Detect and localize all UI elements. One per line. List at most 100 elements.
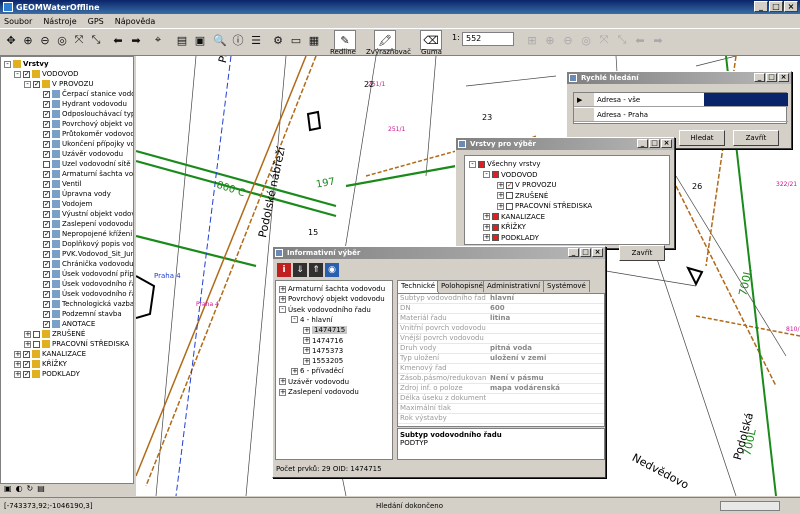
list-icon[interactable]: ☰	[248, 32, 264, 48]
layer-checkbox[interactable]: ✓	[23, 70, 30, 78]
expand-icon[interactable]: +	[497, 202, 504, 210]
selection-layer-checkbox[interactable]	[492, 223, 499, 231]
scale-input[interactable]: 552	[462, 32, 514, 46]
layer-item[interactable]: ✓ Ventil	[34, 179, 82, 189]
info-icon[interactable]: i	[277, 263, 291, 277]
layer-checkbox[interactable]: ✓	[43, 260, 50, 268]
ls-minimize-button[interactable]: _	[637, 139, 648, 148]
minimize-button[interactable]: _	[754, 1, 768, 12]
dim-tool-3-icon[interactable]: ⊖	[560, 32, 576, 48]
expand-icon[interactable]: +	[483, 234, 490, 241]
property-row[interactable]: DN 600	[398, 304, 604, 314]
dim-tool-4-icon[interactable]: ◎	[578, 32, 594, 48]
layer-checkbox[interactable]: ✓	[43, 310, 50, 318]
layer-icon[interactable]: ▭	[288, 32, 304, 48]
selection-layer-item[interactable]: + PODKLADY	[483, 233, 539, 243]
tab-icon-1[interactable]: ▣	[4, 484, 12, 496]
selection-layer-item[interactable]: - VODOVOD	[483, 170, 538, 180]
layer-item[interactable]: ✓ Úsek vodovodní přípoj	[34, 269, 133, 279]
layer-item[interactable]: ✓ Podzemní stavba	[34, 309, 122, 319]
dim-forward-icon[interactable]: ➡	[650, 32, 666, 48]
layer-item[interactable]: ✓ Úsek vodovodního řad	[34, 289, 133, 299]
property-row[interactable]: Druh vody pitná voda	[398, 344, 604, 354]
dim-tool-2-icon[interactable]: ⊕	[542, 32, 558, 48]
layer-item[interactable]: ✓ Čerpací stanice vodov	[34, 89, 133, 99]
layer-checkbox[interactable]	[33, 330, 40, 338]
expand-icon[interactable]: +	[303, 337, 310, 344]
selection-layer-checkbox[interactable]	[478, 160, 485, 168]
menu-napoveda[interactable]: Nápověda	[115, 17, 156, 26]
selection-layer-item[interactable]: + ZRUŠENÉ	[497, 191, 548, 201]
expand-icon[interactable]: +	[14, 370, 21, 378]
selection-layer-checkbox[interactable]	[506, 202, 513, 210]
expand-icon[interactable]: +	[483, 223, 490, 231]
layer-item[interactable]: ✓ Technologická vazba v	[34, 299, 133, 309]
menu-nastroje[interactable]: Nástroje	[43, 17, 76, 26]
tab-icon-2[interactable]: ◐	[16, 484, 23, 496]
expand-icon[interactable]: +	[303, 326, 310, 334]
selection-layer-checkbox[interactable]	[492, 213, 499, 220]
property-row[interactable]: Kmenový řad	[398, 364, 604, 374]
layer-item[interactable]: ✓ Zaslepení vodovodu	[34, 219, 133, 229]
collapse-icon[interactable]: -	[483, 171, 490, 178]
layer-checkbox[interactable]: ✓	[43, 230, 50, 238]
info-tree-item[interactable]: + Zaslepení vodovodu	[279, 387, 359, 397]
dim-tool-6-icon[interactable]: ⤡	[614, 32, 630, 48]
search-button[interactable]: Hledat	[679, 130, 725, 146]
selection-layer-item[interactable]: + KŘÍŽKY	[483, 222, 526, 232]
layer-checkbox[interactable]: ✓	[23, 360, 30, 368]
property-row[interactable]: Zdroj inf. o poloze mapa vodárenská	[398, 384, 604, 394]
collapse-icon[interactable]: -	[24, 80, 31, 88]
back-arrow-icon[interactable]: ⬅	[110, 32, 126, 48]
export-icon[interactable]: ▦	[306, 32, 322, 48]
maximize-button[interactable]: □	[769, 1, 783, 12]
info-tree-item[interactable]: +1475373	[303, 346, 343, 356]
search-icon[interactable]: 🔍	[212, 32, 228, 48]
info-dialog-titlebar[interactable]: Informativní výběr _ □ ×	[273, 247, 605, 259]
collapse-icon[interactable]: -	[469, 160, 476, 168]
property-row[interactable]: Délka úseku z dokument	[398, 394, 604, 404]
property-row[interactable]: Subtyp vodovodního řad hlavní	[398, 294, 604, 304]
expand-all-icon[interactable]: ⇓	[293, 263, 307, 277]
zoom-window-icon[interactable]: ⤡	[88, 32, 104, 48]
property-row[interactable]: Vnější povrch vodovodu	[398, 334, 604, 344]
layer-item[interactable]: Uzel vodovodní sítě	[34, 159, 131, 169]
zoom-extent-icon[interactable]: ⤧	[71, 32, 87, 48]
search-option-1[interactable]: Adresa - vše	[594, 93, 704, 107]
zoom-out-icon[interactable]: ⊖	[37, 32, 53, 48]
pan-icon[interactable]: ✥	[3, 32, 19, 48]
layer-item[interactable]: ✓ Uzávěr vodovodu	[34, 149, 123, 159]
zoom-in-icon[interactable]: ⊕	[20, 32, 36, 48]
selection-layer-item[interactable]: + PRACOVNÍ STŘEDISKA	[497, 201, 592, 211]
layer-checkbox[interactable]: ✓	[43, 150, 50, 158]
layer-item[interactable]: ✓ Výustní objekt vodovo	[34, 209, 133, 219]
layer-item[interactable]: ✓ Úsek vodovodního řad	[34, 279, 133, 289]
search-value-1[interactable]	[704, 93, 788, 107]
layer-checkbox[interactable]: ✓	[43, 300, 50, 308]
layer-checkbox[interactable]: ✓	[43, 220, 50, 228]
layer-item[interactable]: ✓ ANOTACE	[34, 319, 95, 329]
layer-checkbox[interactable]: ✓	[43, 90, 50, 98]
close-button[interactable]: ×	[784, 1, 798, 12]
info-tree-item[interactable]: - Úsek vodovodního řadu	[279, 305, 371, 315]
tab-technicke[interactable]: Technické	[397, 280, 440, 293]
layer-checkbox[interactable]: ✓	[43, 190, 50, 198]
quick-search-close-button[interactable]: Zavřít	[733, 130, 779, 146]
selection-layer-item[interactable]: + KANALIZACE	[483, 212, 545, 222]
collapse-all-icon[interactable]: ⇑	[309, 263, 323, 277]
dim-tool-5-icon[interactable]: ⤧	[596, 32, 612, 48]
layer-checkbox[interactable]: ✓	[43, 140, 50, 148]
layer-checkbox[interactable]: ✓	[23, 350, 30, 358]
forward-arrow-icon[interactable]: ➡	[128, 32, 144, 48]
layer-item[interactable]: + ZRUŠENÉ	[24, 329, 85, 339]
layer-checkbox[interactable]: ✓	[33, 80, 40, 88]
collapse-icon[interactable]: -	[291, 316, 298, 324]
selection-layer-checkbox[interactable]	[492, 234, 499, 241]
expand-icon[interactable]: +	[279, 388, 286, 396]
layer-item[interactable]: ✓ Průtokoměr vodovodu	[34, 129, 133, 139]
tab-icon-3[interactable]: ↻	[27, 484, 34, 496]
quick-search-titlebar[interactable]: Rychlé hledání _ □ ×	[567, 72, 791, 84]
layer-item[interactable]: ✓ Doplňkový popis vodov	[34, 239, 133, 249]
layer-item[interactable]: - ✓ VODOVOD	[14, 69, 79, 79]
info-tree-item[interactable]: + Povrchový objekt vodovodu	[279, 294, 385, 304]
